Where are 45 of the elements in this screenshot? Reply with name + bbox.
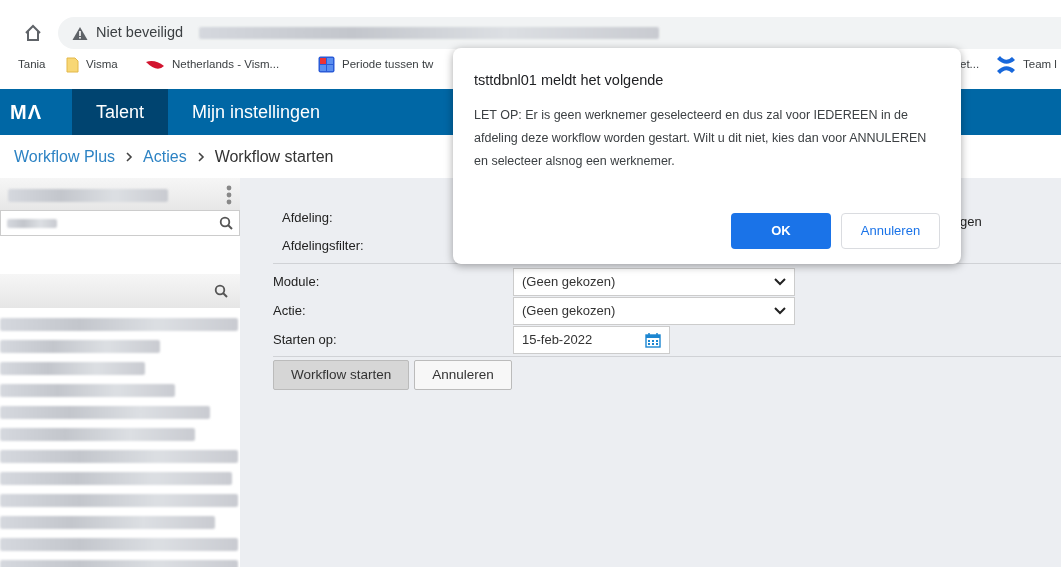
address-bar[interactable]: Niet beveiligd: [58, 17, 1061, 49]
bookmark[interactable]: Tania: [18, 56, 46, 74]
breadcrumb-link[interactable]: Workflow Plus: [14, 144, 116, 169]
bookmark[interactable]: Team l: [996, 56, 1057, 74]
home-icon[interactable]: [23, 23, 43, 43]
field-label: Module:: [273, 273, 321, 292]
field-label: gen: [960, 213, 982, 231]
breadcrumb-link[interactable]: Acties: [143, 144, 187, 169]
chevron-icon: [196, 150, 205, 163]
dropdown[interactable]: (Geen gekozen): [513, 297, 795, 325]
chevron-down-icon: [774, 278, 786, 286]
dialog-message: LET OP: Er is geen werknemer geselecteerd en dus zal voor IEDEREEN in de afdeling deze workflow worden gestart. Wilt u dit niet, kies dan voor ANNULEREN en selecteer alsnog een werknemer.: [474, 106, 928, 170]
search-icon: [214, 284, 228, 298]
bookmark[interactable]: Visma: [66, 56, 118, 74]
cancel-button[interactable]: Annuleren: [414, 360, 512, 391]
security-label: Niet beveiligd: [96, 23, 184, 43]
calendar-icon: [645, 332, 661, 348]
logo[interactable]: MΛ: [0, 89, 72, 135]
field-label: Actie:: [273, 302, 307, 321]
calculator-icon: [318, 56, 335, 74]
nav-tab[interactable]: Talent: [72, 89, 169, 135]
start-workflow-button[interactable]: Workflow starten: [273, 360, 410, 391]
bookmark[interactable]: Netherlands - Vism...: [145, 56, 280, 74]
ok-button[interactable]: OK: [731, 212, 831, 249]
field-label: Afdeling:: [282, 209, 333, 227]
blurred-text: [7, 218, 57, 228]
field-label: Afdelingsfilter:: [282, 236, 364, 255]
warning-icon: [72, 25, 88, 41]
search-field[interactable]: [0, 210, 240, 236]
dropdown[interactable]: (Geen gekozen): [513, 268, 795, 296]
date-field[interactable]: 15-feb-2022: [513, 326, 670, 354]
chevron-icon: [125, 150, 134, 163]
field-label: Starten op:: [273, 331, 338, 350]
cross-logo-icon: [996, 56, 1016, 74]
dialog-title: tsttdbnl01 meldt het volgende: [474, 71, 665, 90]
cancel-button[interactable]: Annuleren: [841, 212, 940, 249]
search-icon: [219, 216, 233, 230]
bookmark[interactable]: Periode tussen tw: [318, 56, 434, 74]
chevron-down-icon: [774, 307, 786, 315]
nav-tab[interactable]: Mijn instellingen: [168, 89, 345, 135]
kebab-menu-icon: [226, 185, 232, 205]
breadcrumb-current: Workflow starten: [214, 146, 334, 167]
folder-icon: [66, 56, 79, 73]
bookmark[interactable]: et...: [960, 56, 980, 74]
swoosh-icon: [145, 58, 165, 71]
